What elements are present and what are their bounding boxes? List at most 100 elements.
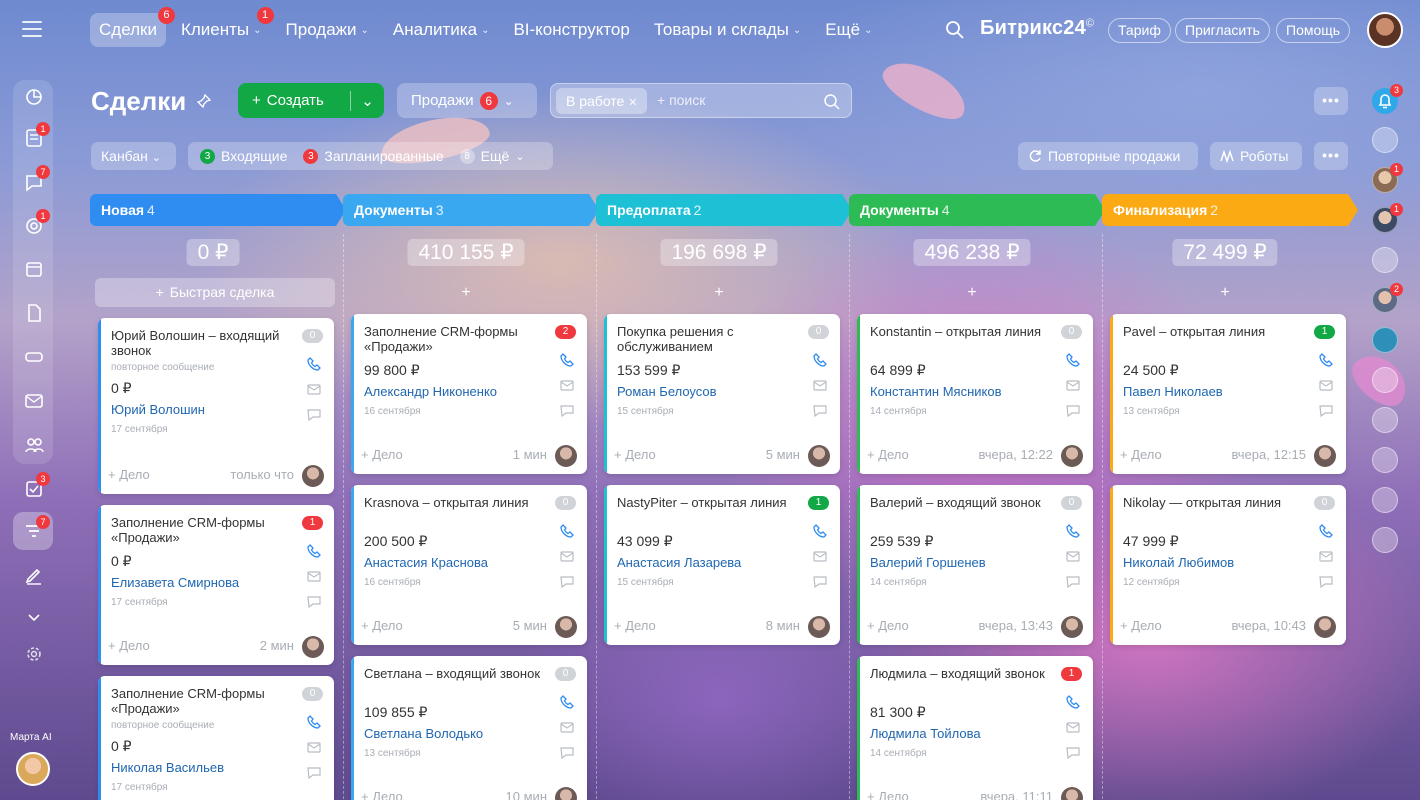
deal-client-link[interactable]: Анастасия Краснова xyxy=(364,555,488,570)
deal-card[interactable]: Людмила – входящий звонок 1 81 300 ₽ Людмил… xyxy=(857,656,1093,800)
phone-icon[interactable] xyxy=(559,352,575,368)
deal-title[interactable]: NastyPiter – открытая линия xyxy=(617,495,802,510)
deal-title[interactable]: Покупка решения с обслуживанием xyxy=(617,324,802,354)
quick-deal-button[interactable]: + Быстрая сделка xyxy=(95,278,335,307)
deal-client-link[interactable]: Светлана Володько xyxy=(364,726,483,741)
calendar-icon[interactable] xyxy=(23,258,45,280)
deal-card[interactable]: Заполнение CRM-формы «Продажи» 0 повторное… xyxy=(98,676,334,800)
chat-bubble-icon[interactable] xyxy=(559,573,575,589)
responsible-avatar[interactable] xyxy=(302,465,324,487)
responsible-avatar[interactable] xyxy=(808,445,830,467)
responsible-avatar[interactable] xyxy=(555,787,577,800)
robots-button[interactable]: Роботы xyxy=(1210,142,1302,170)
drive-icon[interactable] xyxy=(23,346,45,368)
column-header[interactable]: Документы 4 xyxy=(849,194,1105,226)
add-deal-plus-button[interactable]: + xyxy=(714,284,723,302)
chat-bubble-icon[interactable] xyxy=(1065,573,1081,589)
responsible-avatar[interactable] xyxy=(1061,445,1083,467)
responsible-avatar[interactable] xyxy=(555,445,577,467)
search-icon[interactable] xyxy=(945,20,965,40)
sign-icon[interactable] xyxy=(23,565,45,587)
deal-title[interactable]: Светлана – входящий звонок xyxy=(364,666,549,681)
responsible-avatar[interactable] xyxy=(1061,787,1083,800)
email-icon[interactable] xyxy=(1065,548,1081,564)
chat-bubble-icon[interactable] xyxy=(1318,402,1334,418)
contact-avatar[interactable] xyxy=(1372,327,1398,353)
responsible-avatar[interactable] xyxy=(555,616,577,638)
responsible-avatar[interactable] xyxy=(302,636,324,658)
dashboard-icon[interactable] xyxy=(23,86,45,108)
phone-icon[interactable] xyxy=(812,352,828,368)
nav-item-3[interactable]: Аналитика ⌄ xyxy=(384,13,499,47)
responsible-avatar[interactable] xyxy=(1314,445,1336,467)
brand-logo[interactable]: Битрикс24© xyxy=(980,17,1094,40)
add-activity-button[interactable]: + Дело xyxy=(614,618,656,633)
phone-icon[interactable] xyxy=(559,523,575,539)
contacts-icon[interactable] xyxy=(23,434,45,456)
deal-card[interactable]: Konstantin – открытая линия 0 64 899 ₽ Конс… xyxy=(857,314,1093,474)
email-icon[interactable] xyxy=(1065,719,1081,735)
deal-client-link[interactable]: Константин Мясников xyxy=(870,384,1002,399)
chat-bubble-icon[interactable] xyxy=(306,406,322,422)
email-icon[interactable] xyxy=(559,719,575,735)
deal-client-link[interactable]: Елизавета Смирнова xyxy=(111,575,239,590)
search-icon[interactable] xyxy=(823,93,841,111)
document-icon[interactable] xyxy=(23,302,45,324)
phone-icon[interactable] xyxy=(306,543,322,559)
phone-icon[interactable] xyxy=(812,523,828,539)
deal-client-link[interactable]: Николая Васильев xyxy=(111,760,224,775)
email-icon[interactable] xyxy=(559,548,575,564)
create-dropdown-chevron-icon[interactable]: ⌄ xyxy=(351,92,384,110)
chat-bubble-icon[interactable] xyxy=(559,744,575,760)
add-activity-button[interactable]: + Дело xyxy=(867,789,909,800)
filter-search-bar[interactable]: В работе ✕ xyxy=(550,83,852,118)
chat-bubble-icon[interactable] xyxy=(1065,744,1081,760)
search-input[interactable] xyxy=(657,92,817,108)
repeat-sales-button[interactable]: Повторные продажи xyxy=(1018,142,1198,170)
add-activity-button[interactable]: + Дело xyxy=(1120,447,1162,462)
add-activity-button[interactable]: + Дело xyxy=(108,467,150,482)
view-mode-select[interactable]: Канбан ⌄ xyxy=(91,142,176,170)
responsible-avatar[interactable] xyxy=(1061,616,1083,638)
ai-assistant-avatar[interactable] xyxy=(16,752,50,786)
funnel-select[interactable]: Продажи 6 ⌄ xyxy=(397,83,537,118)
phone-icon[interactable] xyxy=(559,694,575,710)
add-activity-button[interactable]: + Дело xyxy=(1120,618,1162,633)
add-activity-button[interactable]: + Дело xyxy=(867,618,909,633)
add-deal-plus-button[interactable]: + xyxy=(967,284,976,302)
nav-item-1[interactable]: Клиенты ⌄ 1 xyxy=(172,7,274,47)
deal-client-link[interactable]: Роман Белоусов xyxy=(617,384,717,399)
email-icon[interactable] xyxy=(1318,377,1334,393)
deal-client-link[interactable]: Николай Любимов xyxy=(1123,555,1234,570)
deal-client-link[interactable]: Людмила Тойлова xyxy=(870,726,981,741)
add-deal-plus-button[interactable]: + xyxy=(1220,284,1229,302)
phone-icon[interactable] xyxy=(306,714,322,730)
deal-card[interactable]: Покупка решения с обслуживанием 0 153 599 … xyxy=(604,314,840,474)
add-deal-plus-button[interactable]: + xyxy=(461,284,470,302)
pin-icon[interactable] xyxy=(196,93,212,109)
deal-client-link[interactable]: Валерий Горшенев xyxy=(870,555,986,570)
deal-title[interactable]: Валерий – входящий звонок xyxy=(870,495,1055,510)
email-icon[interactable] xyxy=(812,377,828,393)
chat-bubble-icon[interactable] xyxy=(812,402,828,418)
mail-icon[interactable] xyxy=(23,390,45,412)
email-icon[interactable] xyxy=(306,568,322,584)
deal-client-link[interactable]: Павел Николаев xyxy=(1123,384,1223,399)
column-header[interactable]: Документы 3 xyxy=(343,194,599,226)
email-icon[interactable] xyxy=(1065,377,1081,393)
nav-item-0[interactable]: Сделки 6 xyxy=(90,7,175,47)
deal-client-link[interactable]: Александр Никоненко xyxy=(364,384,497,399)
email-icon[interactable] xyxy=(559,377,575,393)
add-activity-button[interactable]: + Дело xyxy=(361,447,403,462)
chat-bubble-icon[interactable] xyxy=(559,402,575,418)
responsible-avatar[interactable] xyxy=(808,616,830,638)
chat-bubble-icon[interactable] xyxy=(306,764,322,780)
deal-title[interactable]: Krasnova – открытая линия xyxy=(364,495,549,510)
header-more-button[interactable]: ••• xyxy=(1314,87,1348,115)
deal-title[interactable]: Заполнение CRM-формы «Продажи» xyxy=(111,686,296,716)
nav-item-6[interactable]: Ещё ⌄ xyxy=(816,13,881,47)
responsible-avatar[interactable] xyxy=(1314,616,1336,638)
counter-more[interactable]: 8 Ещё ⌄ xyxy=(459,148,525,164)
contact-avatar[interactable] xyxy=(1372,487,1398,513)
counter-incoming[interactable]: 3 Входящие xyxy=(200,148,287,164)
